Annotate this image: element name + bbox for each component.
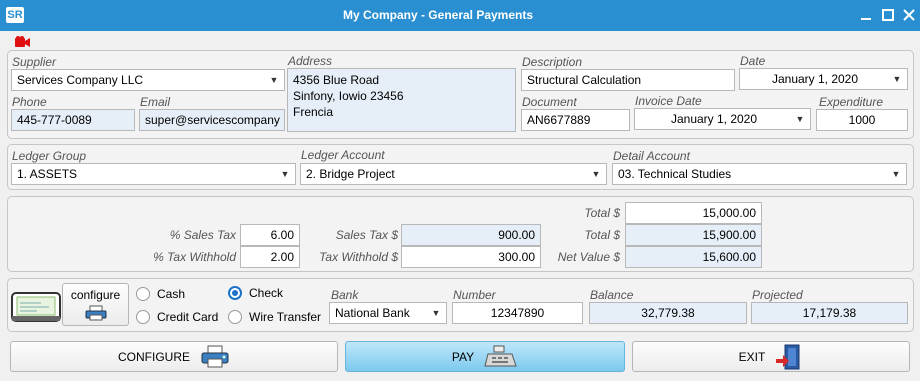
method-check-label: Check: [249, 286, 284, 300]
cash-register-icon: [484, 345, 517, 366]
description-input[interactable]: Structural Calculation: [521, 69, 735, 91]
sales-tax-pct-input[interactable]: 6.00: [240, 224, 300, 246]
printer-icon: [201, 345, 229, 367]
ledger-account-select[interactable]: 2. Bridge Project: [300, 163, 607, 185]
date-label: Date: [740, 54, 766, 68]
window-title: My Company - General Payments: [342, 8, 534, 22]
net-value-field[interactable]: 15,600.00: [625, 246, 762, 268]
method-check-radio[interactable]: Check: [228, 286, 283, 300]
sales-tax-amt-label: Sales Tax $: [335, 228, 398, 242]
sales-tax-amt-field[interactable]: 900.00: [401, 224, 541, 246]
tax-withhold-amt-input[interactable]: 300.00: [401, 246, 541, 268]
radio-dot: [136, 310, 150, 324]
title-bar: SR My Company - General Payments: [0, 0, 920, 31]
total-field[interactable]: 15,000.00: [625, 202, 762, 224]
expenditure-input[interactable]: 1000: [816, 109, 908, 131]
chevron-down-icon[interactable]: [586, 164, 606, 184]
configure-button-label: CONFIGURE: [118, 349, 190, 364]
tax-withhold-amt-label: Tax Withhold $: [319, 250, 398, 264]
check-card-icon: [11, 292, 61, 322]
balance-label: Balance: [590, 288, 634, 302]
chevron-down-icon[interactable]: [790, 109, 810, 129]
configure-payment-label: configure: [70, 288, 121, 302]
address-line: Frencia: [293, 105, 334, 119]
chevron-down-icon[interactable]: [886, 164, 906, 184]
pay-button[interactable]: PAY: [345, 341, 625, 372]
bank-select[interactable]: National Bank: [329, 302, 447, 324]
exit-button-label: EXIT: [738, 349, 766, 364]
total-mid-label: Total $: [584, 228, 620, 242]
ledger-group-value: 1. ASSETS: [17, 167, 78, 181]
record-icon: [15, 36, 30, 47]
email-field[interactable]: super@servicescompany: [139, 109, 285, 131]
detail-account-value: 03. Technical Studies: [618, 167, 732, 181]
invoice-date-picker[interactable]: January 1, 2020: [634, 108, 811, 130]
detail-account-label: Detail Account: [613, 149, 690, 163]
address-line: Sinfony, Iowio 23456: [293, 89, 404, 103]
address-label: Address: [288, 54, 333, 68]
chevron-down-icon[interactable]: [426, 303, 446, 323]
method-wire-transfer-label: Wire Transfer: [249, 310, 322, 324]
supplier-label: Supplier: [12, 55, 57, 69]
projected-field[interactable]: 17,179.38: [751, 302, 908, 324]
ledger-account-value: 2. Bridge Project: [306, 167, 395, 181]
method-credit-card-label: Credit Card: [157, 310, 219, 324]
supplier-select[interactable]: Services Company LLC: [11, 69, 285, 91]
close-icon[interactable]: [900, 6, 918, 24]
balance-field[interactable]: 32,779.38: [589, 302, 747, 324]
method-wire-transfer-radio[interactable]: Wire Transfer: [228, 310, 321, 324]
pay-button-label: PAY: [451, 349, 475, 364]
chevron-down-icon[interactable]: [275, 164, 295, 184]
address-line: 4356 Blue Road: [293, 73, 380, 87]
number-input[interactable]: 12347890: [452, 302, 583, 324]
expenditure-label: Expenditure: [818, 95, 883, 109]
document-label: Document: [522, 95, 577, 109]
document-input[interactable]: AN6677889: [521, 109, 630, 131]
method-credit-card-radio[interactable]: Credit Card: [136, 310, 218, 324]
configure-payment-button[interactable]: configure: [62, 283, 129, 326]
ledger-group-select[interactable]: 1. ASSETS: [11, 163, 296, 185]
supplier-value: Services Company LLC: [17, 73, 144, 87]
printer-icon: [85, 305, 106, 321]
radio-dot: [136, 287, 150, 301]
date-picker[interactable]: January 1, 2020: [739, 68, 908, 90]
method-cash-radio[interactable]: Cash: [136, 287, 185, 301]
minimize-icon[interactable]: [857, 6, 875, 24]
maximize-icon[interactable]: [879, 6, 897, 24]
exit-button[interactable]: EXIT: [632, 341, 910, 372]
exit-door-icon: [776, 344, 800, 369]
number-label: Number: [453, 288, 496, 302]
method-cash-label: Cash: [157, 287, 186, 301]
total-label: Total $: [584, 206, 620, 220]
net-value-label: Net Value $: [557, 250, 620, 264]
tax-withhold-pct-input[interactable]: 2.00: [240, 246, 300, 268]
chevron-down-icon[interactable]: [887, 69, 907, 89]
tax-withhold-pct-label: % Tax Withhold: [153, 250, 236, 264]
configure-button[interactable]: CONFIGURE: [10, 341, 338, 372]
email-label: Email: [140, 95, 171, 109]
invoice-date-label: Invoice Date: [635, 94, 702, 108]
radio-dot-selected: [228, 286, 242, 300]
description-label: Description: [522, 55, 583, 69]
chevron-down-icon[interactable]: [264, 70, 284, 90]
sales-tax-pct-label: % Sales Tax: [169, 228, 236, 242]
bank-label: Bank: [331, 288, 359, 302]
address-box: 4356 Blue Road Sinfony, Iowio 23456 Fren…: [287, 68, 516, 132]
ledger-group-label: Ledger Group: [12, 149, 87, 163]
projected-label: Projected: [752, 288, 803, 302]
phone-label: Phone: [12, 95, 47, 109]
date-value: January 1, 2020: [771, 72, 859, 86]
detail-account-select[interactable]: 03. Technical Studies: [612, 163, 907, 185]
invoice-date-value: January 1, 2020: [670, 112, 758, 126]
bank-value: National Bank: [335, 306, 410, 320]
total-mid-field[interactable]: 15,900.00: [625, 224, 762, 246]
ledger-account-label: Ledger Account: [301, 148, 385, 162]
radio-dot: [228, 310, 242, 324]
phone-field[interactable]: 445-777-0089: [11, 109, 135, 131]
